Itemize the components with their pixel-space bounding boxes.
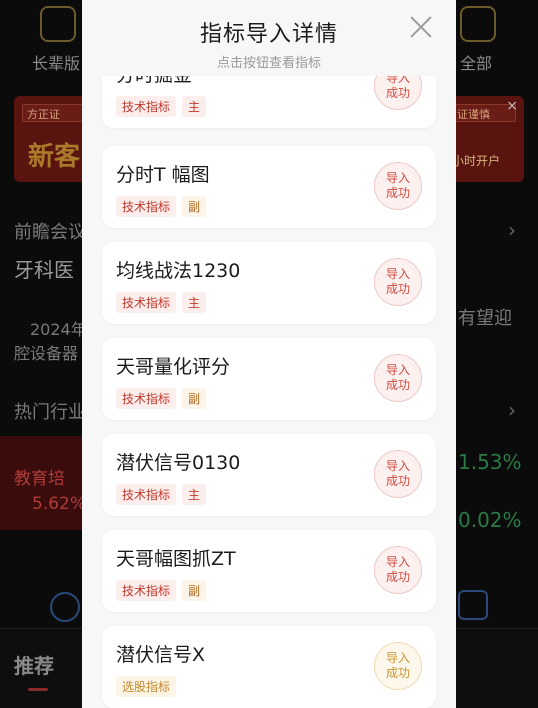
- indicator-name: 分时掘金: [116, 76, 192, 87]
- import-status-button[interactable]: 导入 成功: [374, 258, 422, 306]
- level-tag: 主: [182, 484, 207, 505]
- modal-subtitle: 点击按钮查看指标: [216, 56, 321, 71]
- green-pct-2: 0.02%: [458, 508, 522, 532]
- section-right-text: 有望迎: [458, 308, 512, 329]
- chevron-right-icon: ›: [508, 218, 516, 242]
- elder-mode-label: 长辈版: [32, 54, 81, 73]
- hot-sector-pct: 5.62%: [32, 494, 87, 514]
- green-pct-1: 1.53%: [458, 450, 522, 474]
- indicator-name: 潜伏信号X: [116, 644, 206, 666]
- indicator-card[interactable]: 潜伏信号X 选股指标 导入 成功: [102, 626, 436, 708]
- banner-brand: 方正证: [22, 104, 86, 122]
- book-icon: [458, 590, 488, 620]
- level-tag: 副: [182, 196, 207, 217]
- indicator-import-modal: 指标导入详情 点击按钮查看指标 分时掘金 技术指标 主 导入成功 分时T 幅图 …: [82, 0, 456, 708]
- hot-sector-name: 教育培: [14, 469, 65, 489]
- banner-caption: 小时开户: [452, 154, 501, 168]
- tab-recommend: 推荐: [14, 654, 54, 678]
- type-tag: 技术指标: [116, 96, 177, 117]
- banner-headline: 新客: [28, 142, 81, 172]
- chevron-right-icon: ›: [508, 398, 516, 422]
- indicator-card[interactable]: 均线战法1230 技术指标 主 导入 成功: [102, 242, 436, 324]
- import-status-button[interactable]: 导入 成功: [374, 450, 422, 498]
- tab-indicator: [28, 688, 48, 691]
- import-status-button[interactable]: 导入 成功: [374, 76, 422, 110]
- type-tag: 选股指标: [116, 676, 177, 697]
- section-line-2: 腔设备器: [14, 344, 79, 363]
- elder-mode-icon: [40, 6, 76, 42]
- level-tag: 主: [182, 292, 207, 313]
- indicator-name: 分时T 幅图: [116, 164, 210, 186]
- all-label: 全部: [460, 54, 493, 73]
- type-tag: 技术指标: [116, 484, 177, 505]
- indicator-card[interactable]: 潜伏信号0130 技术指标 主 导入 成功: [102, 434, 436, 516]
- indicator-list[interactable]: 分时掘金 技术指标 主 导入成功 分时T 幅图 技术指标 副 导入成功 均线战法…: [82, 76, 456, 708]
- indicator-name: 天哥幅图抓ZT: [116, 548, 236, 570]
- banner-close-icon: ×: [506, 98, 518, 114]
- indicator-card[interactable]: 分时T 幅图 技术指标 副 导入 成功: [102, 146, 436, 228]
- indicator-name: 天哥量化评分: [116, 356, 231, 378]
- indicator-name: 潜伏信号0130: [116, 452, 241, 474]
- import-status-button[interactable]: 导入 成功: [374, 546, 422, 594]
- type-tag: 技术指标: [116, 388, 177, 409]
- promo-banner-right: 证谨慎 小时开户 ×: [446, 96, 524, 182]
- close-icon[interactable]: [406, 12, 436, 42]
- grid-icon: [460, 6, 496, 42]
- type-tag: 技术指标: [116, 580, 177, 601]
- section-title-meeting: 前瞻会议: [14, 222, 86, 243]
- section-line-1: 2024年: [30, 320, 87, 339]
- indicator-name: 均线战法1230: [116, 260, 241, 282]
- import-status-button[interactable]: 导入 成功: [374, 642, 422, 690]
- indicator-card[interactable]: 天哥幅图抓ZT 技术指标 副 导入 成功: [102, 530, 436, 612]
- modal-title: 指标导入详情: [199, 22, 338, 47]
- type-tag: 技术指标: [116, 196, 177, 217]
- section-title-hot: 热门行业: [14, 402, 86, 423]
- level-tag: 主: [182, 96, 207, 117]
- import-status-button[interactable]: 导入 成功: [374, 162, 422, 210]
- indicator-card[interactable]: 分时掘金 技术指标 主 导入成功: [102, 76, 436, 128]
- import-status-button[interactable]: 导入 成功: [374, 354, 422, 402]
- level-tag: 副: [182, 388, 207, 409]
- add-icon: [50, 592, 80, 622]
- section-subtitle: 牙科医: [14, 258, 74, 282]
- indicator-card[interactable]: 天哥量化评分 技术指标 副 导入 成功: [102, 338, 436, 420]
- screen: 长辈版 全部 方正证 新客 证谨慎 小时开户 × 前瞻会议 › 牙科医 2024…: [0, 0, 538, 708]
- type-tag: 技术指标: [116, 292, 177, 313]
- level-tag: 副: [182, 580, 207, 601]
